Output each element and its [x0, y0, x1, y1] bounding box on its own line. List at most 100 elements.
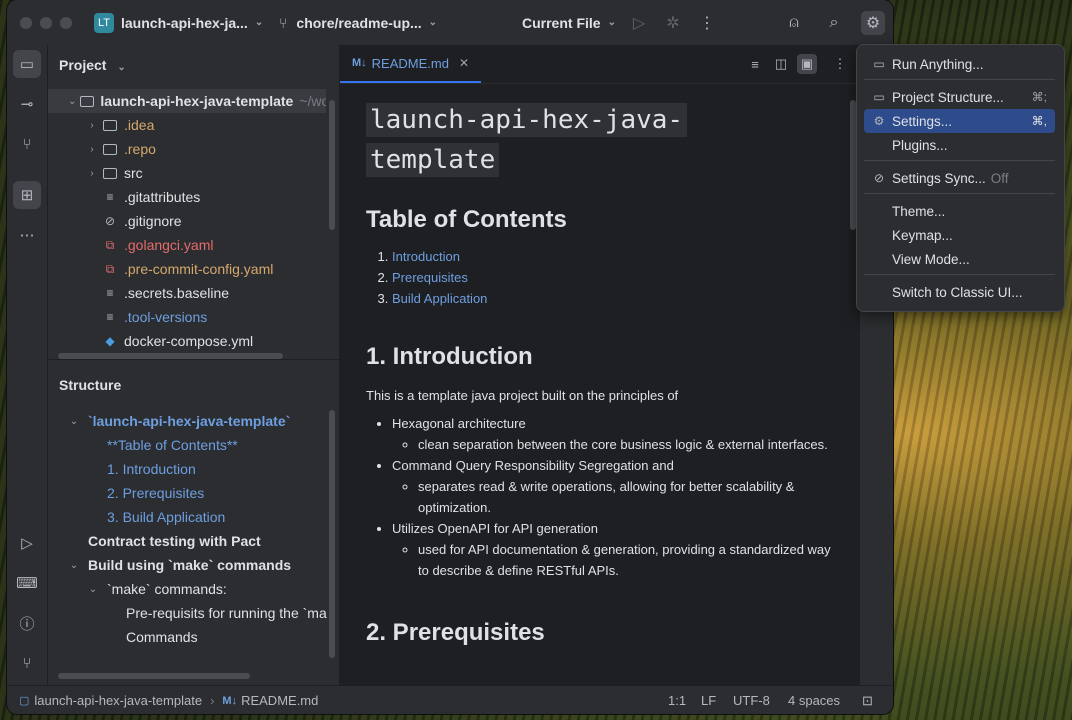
structure-item-label: 1. Introduction [107, 461, 196, 477]
structure-item[interactable]: **Table of Contents** [48, 433, 328, 457]
more-tools-icon[interactable]: ⋯ [13, 221, 41, 249]
add-user-icon[interactable]: ⍝ [782, 11, 806, 35]
breadcrumb-project[interactable]: launch-api-hex-java-template [34, 693, 202, 708]
toc-link[interactable]: Prerequisites [392, 270, 468, 285]
line-separator[interactable]: LF [701, 693, 716, 708]
tab-readme[interactable]: M↓ README.md ✕ [340, 45, 482, 83]
branch-name: chore/readme-up... [296, 14, 422, 31]
split-view-icon[interactable]: ◫ [771, 54, 791, 74]
structure-hscrollbar[interactable] [58, 673, 250, 679]
window-close-button[interactable] [20, 17, 32, 29]
git-branch-icon: ⑂ [279, 14, 288, 31]
settings-gear-icon[interactable]: ⚙ [861, 11, 885, 35]
structure-scrollbar[interactable] [329, 410, 335, 658]
chevron-down-icon: ⌄ [254, 17, 264, 28]
project-tree-item[interactable]: ⊘ .gitignore [48, 209, 326, 233]
tab-more-icon[interactable]: ⋮ [830, 54, 850, 74]
project-folder-icon[interactable]: ▭ [13, 50, 41, 78]
menu-item[interactable]: ▭ Project Structure... ⌘; [864, 85, 1055, 109]
commit-icon[interactable]: ⊸ [13, 90, 41, 118]
expand-arrow-icon[interactable]: ⌄ [68, 96, 76, 107]
project-tree-scrollbar[interactable] [329, 100, 335, 230]
run-config-label: Current File [522, 14, 601, 31]
menu-item[interactable]: Plugins... [864, 133, 1055, 157]
list-item-text: Hexagonal architecture [392, 416, 526, 431]
structure-panel-title: Structure [59, 377, 122, 393]
read-only-lock-icon[interactable]: ⊡ [862, 693, 873, 709]
debug-icon[interactable]: ✲ [661, 11, 685, 35]
window-minimize-button[interactable] [40, 17, 52, 29]
toc-link[interactable]: Build Application [392, 291, 487, 306]
file-encoding[interactable]: UTF-8 [733, 693, 770, 708]
project-tree-item[interactable]: ◆ docker-compose.yml [48, 329, 326, 353]
expand-arrow-icon[interactable]: › [86, 120, 98, 131]
yaml-file-icon: ⧉ [105, 237, 115, 252]
structure-item[interactable]: 1. Introduction [48, 457, 328, 481]
project-tree-item[interactable]: ≡ .gitattributes [48, 185, 326, 209]
toc-link[interactable]: Introduction [392, 249, 460, 264]
menu-item[interactable]: Keymap... [864, 223, 1055, 247]
menu-item[interactable]: ▭ Run Anything... [864, 52, 1055, 76]
preview-only-icon[interactable]: ▣ [797, 54, 817, 74]
expand-arrow-icon[interactable]: ⌄ [87, 584, 99, 595]
git-icon[interactable]: ⑂ [13, 649, 41, 677]
project-tree-item[interactable]: ⧉ .pre-commit-config.yaml [48, 257, 326, 281]
expand-arrow-icon[interactable]: › [86, 144, 98, 155]
structure-icon[interactable]: ⊞ [13, 181, 41, 209]
structure-item[interactable]: Commands [48, 625, 328, 649]
more-actions-icon[interactable]: ⋮ [695, 11, 719, 35]
list-item: Command Query Responsibility Segregation… [392, 455, 836, 518]
menu-item[interactable]: View Mode... [864, 247, 1055, 271]
structure-item[interactable]: 2. Prerequisites [48, 481, 328, 505]
menu-item[interactable]: ⊘ Settings Sync... Off [864, 166, 1055, 190]
services-icon[interactable]: ▷ [13, 529, 41, 557]
structure-item[interactable]: ⌄ Build using `make` commands [48, 553, 328, 577]
project-tree-item[interactable]: ⌄ launch-api-hex-java-template ~/wo [48, 89, 326, 113]
window-zoom-button[interactable] [60, 17, 72, 29]
prereq-heading: 2. Prerequisites [366, 619, 545, 646]
editor-only-icon[interactable]: ≡ [745, 54, 765, 74]
project-panel-title[interactable]: Project ⌄ [59, 57, 126, 73]
search-icon[interactable]: ⌕ [822, 11, 846, 35]
structure-item[interactable]: 3. Build Application [48, 505, 328, 529]
menu-item-label: Run Anything... [892, 56, 984, 72]
indent-setting[interactable]: 4 spaces [788, 693, 840, 708]
pull-requests-icon[interactable]: ⑂ [13, 130, 41, 158]
menu-item[interactable]: Switch to Classic UI... [864, 280, 1055, 304]
terminal-icon[interactable]: ⌨ [13, 569, 41, 597]
caret-position[interactable]: 1:1 [668, 693, 686, 708]
project-tree-item[interactable]: › src [48, 161, 326, 185]
project-tree-item[interactable]: ≡ .secrets.baseline [48, 281, 326, 305]
project-tree-item[interactable]: ≡ .tool-versions [48, 305, 326, 329]
panel-divider[interactable] [48, 359, 339, 360]
project-tree-item-label: .golangci.yaml [124, 237, 214, 253]
text-file-icon: ≡ [106, 310, 114, 324]
expand-arrow-icon[interactable]: ⌄ [68, 416, 80, 427]
breadcrumb-separator-icon: › [210, 693, 215, 708]
breadcrumb-file[interactable]: README.md [241, 693, 318, 708]
branch-selector[interactable]: ⑂ chore/readme-up... ⌄ [279, 0, 437, 45]
folder-icon [102, 118, 118, 132]
structure-item-label: **Table of Contents** [107, 437, 238, 453]
structure-item[interactable]: Contract testing with Pact [48, 529, 328, 553]
problems-icon[interactable]: ⓘ [13, 609, 41, 637]
close-tab-icon[interactable]: ✕ [459, 56, 469, 70]
structure-item[interactable]: ⌄ `make` commands: [48, 577, 328, 601]
structure-item[interactable]: Pre-requisits for running the `ma [48, 601, 328, 625]
run-config-selector[interactable]: Current File ⌄ [522, 0, 616, 45]
project-tree-item-label: .pre-commit-config.yaml [124, 261, 274, 277]
expand-arrow-icon[interactable]: › [86, 168, 98, 179]
menu-item[interactable]: ⚙ Settings... ⌘, [864, 109, 1055, 133]
gear-icon: ⚙ [873, 114, 885, 128]
run-icon[interactable]: ▷ [627, 11, 651, 35]
title-bar: LT launch-api-hex-ja... ⌄ ⑂ chore/readme… [7, 0, 893, 46]
menu-item[interactable]: Theme... [864, 199, 1055, 223]
project-selector[interactable]: LT launch-api-hex-ja... ⌄ [94, 0, 263, 45]
structure-item[interactable]: ⌄ `launch-api-hex-java-template` [48, 409, 328, 433]
project-tree-item[interactable]: › .idea [48, 113, 326, 137]
ignore-file-icon: ⊘ [104, 214, 116, 228]
project-tree-item[interactable]: ⧉ .golangci.yaml [48, 233, 326, 257]
expand-arrow-icon[interactable]: ⌄ [68, 560, 80, 571]
project-tree-item[interactable]: › .repo [48, 137, 326, 161]
editor-tabs: M↓ README.md ✕ ≡ ◫ ▣ ⋮ [340, 45, 893, 84]
